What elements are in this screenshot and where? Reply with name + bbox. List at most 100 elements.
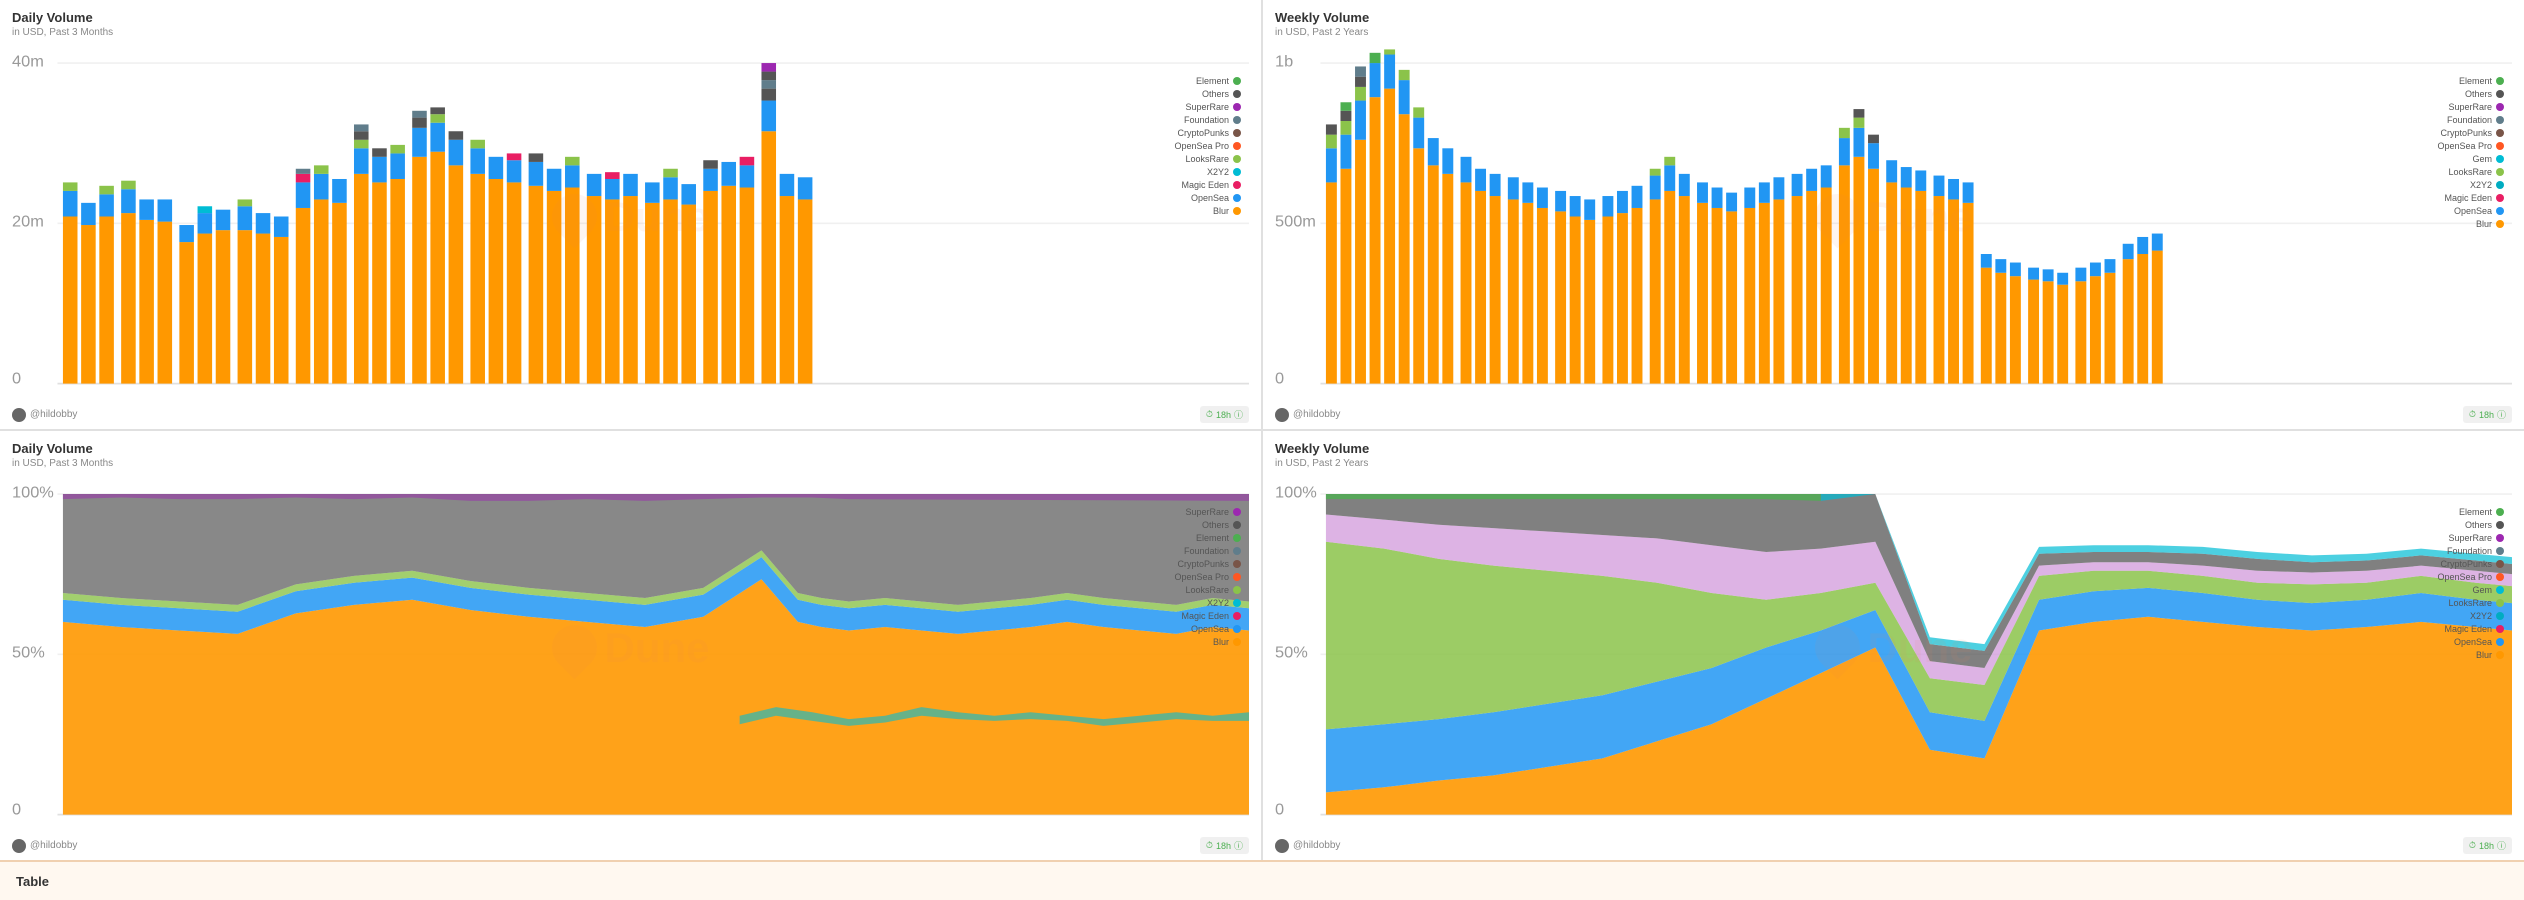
legend-label: Magic Eden bbox=[1181, 611, 1229, 621]
chart-area-tr: Dune 1b 500m 0 bbox=[1275, 46, 2512, 387]
legend-dot bbox=[1233, 194, 1241, 202]
legend-dot bbox=[1233, 116, 1241, 124]
legend-item: SuperRare bbox=[1174, 507, 1241, 517]
legend-label: CryptoPunks bbox=[2440, 559, 2492, 569]
legend-dot bbox=[2496, 77, 2504, 85]
others-area bbox=[63, 494, 1249, 605]
legend-label: LooksRare bbox=[2448, 598, 2492, 608]
legend-item: Magic Eden bbox=[2437, 624, 2504, 634]
svg-text:100%: 100% bbox=[1275, 485, 1317, 501]
legend-dot bbox=[2496, 103, 2504, 111]
chart-subtitle-br: in USD, Past 2 Years bbox=[1275, 458, 2512, 469]
chart-footer-br: @hildobby ⏱ 18h ⓘ bbox=[1275, 837, 2512, 854]
legend-item: CryptoPunks bbox=[2437, 128, 2504, 138]
legend-dot bbox=[2496, 207, 2504, 215]
legend-item: Blur bbox=[2437, 219, 2504, 229]
legend-item: Others bbox=[2437, 520, 2504, 530]
legend-dot bbox=[1233, 573, 1241, 581]
legend-label: Foundation bbox=[1184, 115, 1229, 125]
legend-label: SuperRare bbox=[1185, 507, 1229, 517]
legend-label: Others bbox=[2465, 520, 2492, 530]
legend-label: OpenSea Pro bbox=[1174, 141, 1229, 151]
legend-dot bbox=[1233, 207, 1241, 215]
svg-text:0: 0 bbox=[12, 802, 21, 818]
legend-item: X2Y2 bbox=[1174, 598, 1241, 608]
svg-text:0: 0 bbox=[1275, 802, 1284, 818]
time-badge-bl: ⏱ 18h ⓘ bbox=[1200, 837, 1249, 854]
username-tl: @hildobby bbox=[30, 409, 77, 420]
legend-item: Element bbox=[2437, 507, 2504, 517]
legend-item: Magic Eden bbox=[1174, 611, 1241, 621]
legend-item: OpenSea Pro bbox=[2437, 141, 2504, 151]
legend-item: LooksRare bbox=[1174, 154, 1241, 164]
chart-subtitle-bl: in USD, Past 3 Months bbox=[12, 458, 1249, 469]
legend-item: Magic Eden bbox=[1174, 180, 1241, 190]
legend-item: Blur bbox=[2437, 650, 2504, 660]
legend-dot bbox=[2496, 168, 2504, 176]
svg-text:40m: 40m bbox=[12, 54, 44, 70]
legend-item: X2Y2 bbox=[2437, 611, 2504, 621]
legend-tr: Element Others SuperRare Foundation Cryp… bbox=[2437, 76, 2504, 229]
legend-dot bbox=[2496, 612, 2504, 620]
chart-title-br: Weekly Volume bbox=[1275, 441, 2512, 456]
legend-dot bbox=[1233, 534, 1241, 542]
legend-br: Element Others SuperRare Foundation Cryp… bbox=[2437, 507, 2504, 660]
legend-label: Foundation bbox=[2447, 546, 2492, 556]
legend-label: CryptoPunks bbox=[2440, 128, 2492, 138]
bars-tr bbox=[1326, 49, 2163, 383]
legend-label: Foundation bbox=[1184, 546, 1229, 556]
legend-item: Blur bbox=[1174, 206, 1241, 216]
legend-label: OpenSea bbox=[2454, 206, 2492, 216]
legend-label: X2Y2 bbox=[1207, 598, 1229, 608]
legend-item: Element bbox=[2437, 76, 2504, 86]
legend-label: CryptoPunks bbox=[1177, 559, 1229, 569]
time-badge-tl: ⏱ 18h ⓘ bbox=[1200, 406, 1249, 423]
legend-label: Blur bbox=[2476, 650, 2492, 660]
user-attribution-tl: @hildobby bbox=[12, 408, 77, 422]
user-icon-tr bbox=[1275, 408, 1289, 422]
legend-dot bbox=[1233, 508, 1241, 516]
chart-footer-tl: @hildobby ⏱ 18h ⓘ bbox=[12, 406, 1249, 423]
chart-title-tr: Weekly Volume bbox=[1275, 10, 2512, 25]
legend-item: SuperRare bbox=[2437, 102, 2504, 112]
legend-item: OpenSea Pro bbox=[1174, 141, 1241, 151]
legend-dot bbox=[2496, 534, 2504, 542]
daily-volume-bar-panel: Daily Volume in USD, Past 3 Months Dune … bbox=[0, 0, 1261, 429]
svg-text:500m: 500m bbox=[1275, 214, 1316, 230]
dashboard: Daily Volume in USD, Past 3 Months Dune … bbox=[0, 0, 2524, 860]
daily-volume-area-panel: Daily Volume in USD, Past 3 Months Dune … bbox=[0, 431, 1261, 860]
legend-dot bbox=[2496, 508, 2504, 516]
legend-dot bbox=[2496, 599, 2504, 607]
legend-label: OpenSea bbox=[1191, 193, 1229, 203]
legend-dot bbox=[1233, 77, 1241, 85]
legend-label: X2Y2 bbox=[2470, 180, 2492, 190]
chart-subtitle-tr: in USD, Past 2 Years bbox=[1275, 27, 2512, 38]
legend-item: Others bbox=[2437, 89, 2504, 99]
legend-label: Element bbox=[2459, 507, 2492, 517]
legend-item: Element bbox=[1174, 76, 1241, 86]
legend-item: SuperRare bbox=[1174, 102, 1241, 112]
legend-item: X2Y2 bbox=[1174, 167, 1241, 177]
svg-text:0: 0 bbox=[12, 371, 21, 387]
legend-item: Others bbox=[1174, 89, 1241, 99]
legend-label: Element bbox=[1196, 76, 1229, 86]
chart-title-bl: Daily Volume bbox=[12, 441, 1249, 456]
legend-dot bbox=[2496, 155, 2504, 163]
legend-item: Element bbox=[1174, 533, 1241, 543]
username-bl: @hildobby bbox=[30, 840, 77, 851]
legend-label: Magic Eden bbox=[2444, 624, 2492, 634]
legend-label: LooksRare bbox=[2448, 167, 2492, 177]
legend-item: LooksRare bbox=[1174, 585, 1241, 595]
user-attribution-bl: @hildobby bbox=[12, 839, 77, 853]
legend-item: Foundation bbox=[1174, 115, 1241, 125]
area-chart-bl: 100% 50% 0 bbox=[12, 477, 1249, 818]
chart-footer-tr: @hildobby ⏱ 18h ⓘ bbox=[1275, 406, 2512, 423]
legend-label: X2Y2 bbox=[1207, 167, 1229, 177]
legend-label: Blur bbox=[2476, 219, 2492, 229]
legend-label: CryptoPunks bbox=[1177, 128, 1229, 138]
svg-text:50%: 50% bbox=[1275, 645, 1308, 661]
legend-label: Gem bbox=[2472, 585, 2492, 595]
legend-item: OpenSea bbox=[1174, 624, 1241, 634]
legend-dot bbox=[2496, 194, 2504, 202]
legend-dot bbox=[1233, 612, 1241, 620]
